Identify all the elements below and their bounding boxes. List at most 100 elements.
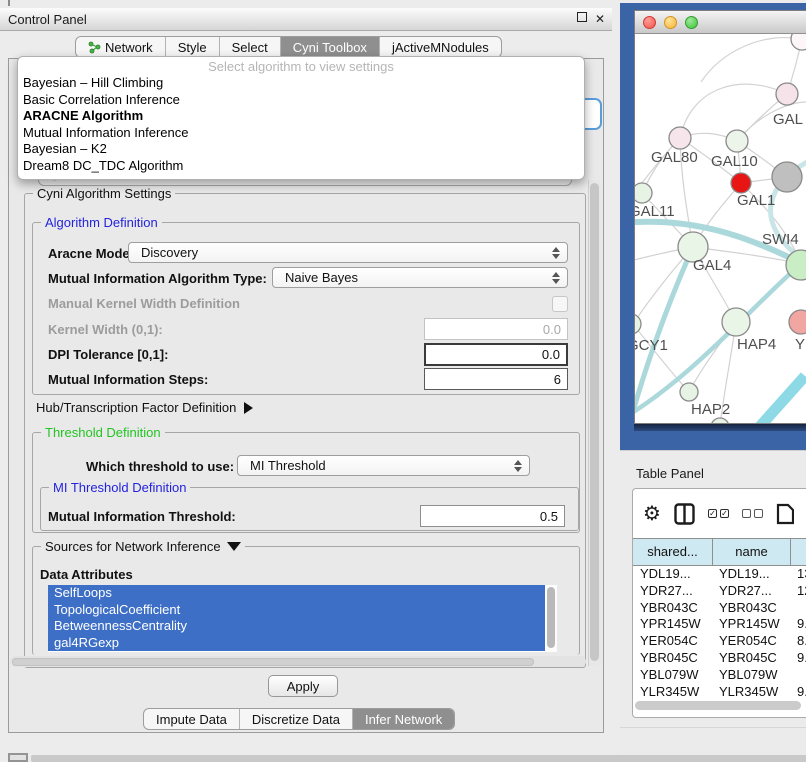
tab-cyni-toolbox[interactable]: Cyni Toolbox <box>281 37 380 57</box>
tab-infer-network[interactable]: Infer Network <box>353 709 454 729</box>
cyni-settings-group-title: Cyni Algorithm Settings <box>33 186 175 201</box>
table-cell: YLR345W <box>713 684 791 700</box>
network-canvas[interactable]: GALGAL80GAL10GAL1GAL11SWI4GAL4GCY1HAP4YH… <box>635 34 806 424</box>
gear-icon[interactable]: ⚙ <box>643 501 661 526</box>
close-traffic-light-icon[interactable] <box>643 16 656 29</box>
network-node-gal80[interactable] <box>669 127 691 149</box>
table-row[interactable]: YDL19...YDL19...13 <box>633 566 806 583</box>
network-window-titlebar <box>635 11 806 34</box>
column-header-shared-name[interactable]: shared... <box>633 539 713 565</box>
kernel-width-field[interactable]: 0.0 <box>424 318 568 340</box>
minimize-traffic-light-icon[interactable] <box>664 16 677 29</box>
expand-right-icon <box>244 402 253 414</box>
algorithm-item[interactable]: Dream8 DC_TDC Algorithm <box>18 158 584 175</box>
network-window: GALGAL80GAL10GAL1GAL11SWI4GAL4GCY1HAP4YH… <box>634 10 806 424</box>
table-row[interactable]: YER054CYER054C8. <box>633 633 806 650</box>
attribute-item[interactable]: TopologicalCoefficient <box>48 602 545 619</box>
combo-stepper-icon <box>514 460 522 472</box>
table-cell: 9. <box>791 616 806 633</box>
algorithm-item[interactable]: Bayesian – K2 <box>18 141 584 158</box>
manual-kernel-checkbox[interactable] <box>552 296 568 312</box>
table-row[interactable]: YBR043CYBR043C <box>633 600 806 617</box>
tab-impute-data[interactable]: Impute Data <box>144 709 240 729</box>
unchecked-boxes-icon[interactable] <box>742 509 763 518</box>
data-attributes-label: Data Attributes <box>40 567 133 582</box>
network-node-gal10[interactable] <box>726 130 748 152</box>
tab-select[interactable]: Select <box>220 37 281 57</box>
table-cell: YDR27... <box>713 583 791 600</box>
tab-jactivemnodules[interactable]: jActiveMNodules <box>380 37 501 57</box>
close-window-icon[interactable]: ✕ <box>593 12 607 26</box>
checked-boxes-icon[interactable]: ✓✓ <box>708 509 729 518</box>
network-node-hap2[interactable] <box>680 383 698 401</box>
algorithm-item[interactable]: Mutual Information Inference <box>18 125 584 142</box>
algorithm-item[interactable]: Basic Correlation Inference <box>18 92 584 109</box>
column-header-name[interactable]: name <box>713 539 791 565</box>
attribute-item[interactable]: BetweennessCentrality <box>48 618 545 635</box>
table-cell: 9. <box>791 684 806 700</box>
hub-definition-expander[interactable]: Hub/Transcription Factor Definition <box>36 400 253 415</box>
settings-vertical-scrollbar[interactable] <box>588 180 601 666</box>
table-horizontal-scrollbar[interactable] <box>633 700 806 712</box>
algorithm-item[interactable]: Bayesian – Hill Climbing <box>18 75 584 92</box>
network-node-gcy1[interactable] <box>635 314 641 334</box>
table-cell: YBR043C <box>713 600 791 617</box>
network-node-hap4[interactable] <box>722 308 750 336</box>
sources-group-title-wrap[interactable]: Sources for Network Inference <box>41 539 245 554</box>
attributes-scroll-thumb[interactable] <box>547 587 555 648</box>
aracne-mode-combo[interactable]: Discovery <box>128 242 568 263</box>
table-cell: YLR345W <box>633 684 713 700</box>
float-window-icon[interactable] <box>575 11 589 25</box>
table-rows: YDL19...YDL19...13YDR27...YDR27...12YBR0… <box>633 566 806 700</box>
table-cell <box>791 600 806 617</box>
screen: Control Panel ✕ Network Style Select Cyn… <box>0 0 806 762</box>
network-node-gal1[interactable] <box>731 173 751 193</box>
split-columns-icon[interactable] <box>674 503 695 525</box>
table-hscroll-thumb[interactable] <box>635 701 801 710</box>
attributes-scrollbar[interactable] <box>546 585 557 652</box>
minimized-panel-icon[interactable] <box>8 753 28 762</box>
node-label: HAP4 <box>737 336 776 353</box>
node-label: GCY1 <box>635 337 668 354</box>
table-cell: YBL079W <box>713 667 791 684</box>
attribute-item[interactable]: gal4RGexp <box>48 635 545 652</box>
table-row[interactable]: YDR27...YDR27...12 <box>633 583 806 600</box>
network-node[interactable] <box>772 162 802 192</box>
tab-discretize-data[interactable]: Discretize Data <box>240 709 353 729</box>
network-node-y[interactable] <box>789 310 806 334</box>
bottom-resize-bar[interactable] <box>31 755 806 762</box>
tab-network[interactable]: Network <box>76 37 166 57</box>
network-node[interactable] <box>791 34 806 50</box>
mi-algorithm-type-combo[interactable]: Naive Bayes <box>272 267 568 288</box>
mi-threshold-group-title: MI Threshold Definition <box>49 480 190 495</box>
apply-button[interactable]: Apply <box>268 675 338 697</box>
settings-vscroll-thumb[interactable] <box>590 183 599 661</box>
tab-style[interactable]: Style <box>166 37 220 57</box>
settings-hscroll-thumb[interactable] <box>12 658 534 666</box>
dpi-tolerance-field[interactable]: 0.0 <box>424 343 568 366</box>
network-node[interactable] <box>711 418 729 424</box>
attr-items: SelfLoopsTopologicalCoefficientBetweenne… <box>48 585 545 651</box>
which-threshold-combo[interactable]: MI Threshold <box>237 455 530 476</box>
zoom-traffic-light-icon[interactable] <box>685 16 698 29</box>
attribute-item[interactable]: SelfLoops <box>48 585 545 602</box>
algorithm-item[interactable]: ARACNE Algorithm <box>18 108 584 125</box>
network-node-gal[interactable] <box>776 83 798 105</box>
mi-steps-field[interactable]: 6 <box>424 368 568 390</box>
column-header-partial[interactable] <box>791 539 806 565</box>
node-label: GAL1 <box>737 192 775 209</box>
manual-kernel-width-label: Manual Kernel Width Definition <box>48 296 240 311</box>
table-row[interactable]: YBR045CYBR045C9. <box>633 650 806 667</box>
node-label: SWI4 <box>762 231 799 248</box>
table-row[interactable]: YPR145WYPR145W9. <box>633 616 806 633</box>
data-attributes-list: SelfLoopsTopologicalCoefficientBetweenne… <box>48 585 557 652</box>
page-icon[interactable] <box>776 503 794 525</box>
network-node-gal11[interactable] <box>635 183 652 203</box>
mi-threshold-field[interactable]: 0.5 <box>420 505 565 527</box>
table-cell: 12 <box>791 583 806 600</box>
settings-horizontal-scrollbar[interactable] <box>10 656 586 667</box>
table-row[interactable]: YLR345WYLR345W9. <box>633 684 806 700</box>
table-row[interactable]: YBL079WYBL079W <box>633 667 806 684</box>
table-cell: 13 <box>791 566 806 583</box>
control-panel-tabbar: Network Style Select Cyni Toolbox jActiv… <box>75 36 502 58</box>
